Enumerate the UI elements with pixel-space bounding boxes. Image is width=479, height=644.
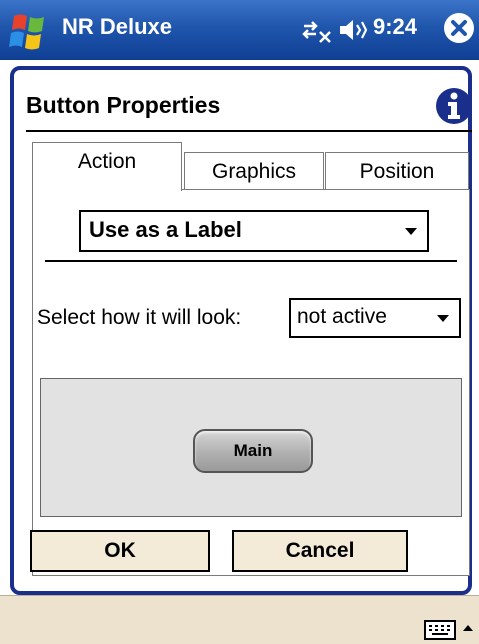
- cancel-button[interactable]: Cancel: [232, 530, 408, 572]
- panel-divider: [45, 260, 457, 262]
- action-dropdown-value: Use as a Label: [89, 217, 242, 242]
- button-properties-dialog: Button Properties Action Graphics Positi…: [10, 66, 472, 595]
- tab-action[interactable]: Action: [32, 142, 182, 191]
- chevron-down-icon: [437, 315, 449, 322]
- tab-position[interactable]: Position: [325, 152, 469, 191]
- menu-bar: [0, 595, 479, 644]
- sip-menu-arrow-icon[interactable]: [462, 622, 474, 634]
- speaker-icon[interactable]: [338, 16, 368, 44]
- close-icon[interactable]: [442, 11, 476, 45]
- ok-button[interactable]: OK: [30, 530, 210, 572]
- button-preview-area: Main: [40, 378, 462, 517]
- keyboard-icon[interactable]: [424, 620, 456, 640]
- look-dropdown[interactable]: not active: [289, 298, 461, 338]
- look-label: Select how it will look:: [37, 306, 242, 329]
- dialog-title: Button Properties: [26, 92, 221, 118]
- look-dropdown-value: not active: [297, 305, 387, 328]
- tab-graphics[interactable]: Graphics: [184, 152, 324, 191]
- preview-button[interactable]: Main: [193, 429, 313, 473]
- title-bar: NR Deluxe 9:24: [0, 0, 479, 60]
- chevron-down-icon: [405, 228, 417, 235]
- windows-start-icon[interactable]: [6, 10, 50, 54]
- app-title: NR Deluxe: [62, 14, 173, 39]
- action-tab-panel: Use as a Label Select how it will look: …: [32, 189, 470, 576]
- info-icon[interactable]: [434, 86, 474, 126]
- title-divider: [26, 130, 472, 132]
- clock: 9:24: [373, 14, 418, 39]
- connectivity-icon[interactable]: [300, 16, 332, 44]
- action-dropdown[interactable]: Use as a Label: [79, 210, 429, 252]
